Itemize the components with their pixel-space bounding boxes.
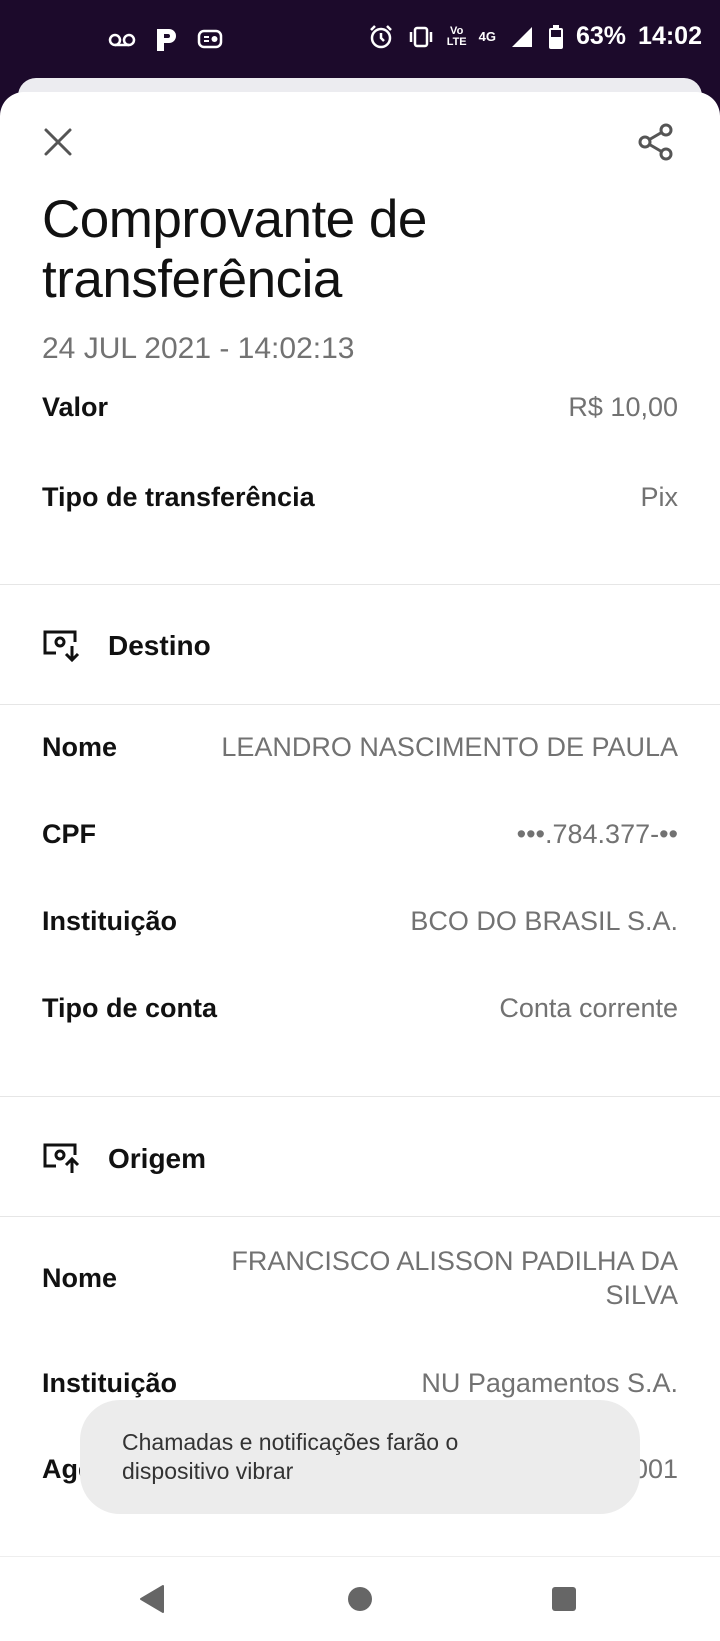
divider — [0, 1216, 720, 1217]
section-title: Origem — [108, 1143, 207, 1174]
row-label: Tipo de conta — [42, 993, 218, 1023]
nav-recents-button[interactable] — [542, 1577, 586, 1621]
row-label: CPF — [42, 819, 96, 849]
back-triangle-icon — [140, 1585, 164, 1613]
destination-row-institution: Instituição BCO DO BRASIL S.A. — [42, 906, 678, 937]
row-label: Instituição — [42, 906, 178, 936]
divider — [0, 704, 720, 705]
payment-app-icon — [152, 26, 180, 54]
status-bar-notifications — [108, 26, 224, 54]
divider — [0, 584, 720, 585]
transfer-datetime: 24 JUL 2021 - 14:02:13 — [42, 332, 355, 365]
alarm-icon — [367, 23, 395, 51]
volte-indicator: Vo LTE — [446, 24, 467, 48]
row-label: Valor — [42, 392, 109, 422]
row-value: FRANCISCO ALISSON PADILHA DA SILVA — [231, 1246, 678, 1310]
close-button[interactable] — [32, 116, 84, 168]
share-icon — [638, 123, 673, 161]
share-button[interactable] — [630, 116, 682, 168]
divider — [0, 1096, 720, 1097]
voicemail-icon — [108, 26, 136, 54]
detail-row-transfer-type: Tipo de transferência Pix — [42, 482, 678, 513]
status-bar: Vo LTE 4G 63% 14:02 — [0, 0, 720, 82]
vibrate-icon — [407, 23, 435, 51]
detail-row-valor: Valor R$ 10,00 — [42, 392, 678, 423]
destination-row-cpf: CPF •••.784.377-•• — [42, 819, 678, 850]
destination-row-account-type: Tipo de conta Conta corrente — [42, 993, 678, 1024]
send-money-icon — [43, 1143, 80, 1173]
row-value: R$ 10,00 — [568, 392, 678, 422]
row-value: •••.784.377-•• — [516, 819, 678, 849]
section-header-destination: Destino — [42, 612, 211, 680]
row-label: Nome — [42, 732, 118, 762]
clock: 14:02 — [638, 22, 702, 50]
section-title: Destino — [108, 630, 211, 661]
row-label: Tipo de transferência — [42, 482, 315, 512]
battery-icon — [548, 23, 564, 51]
row-value: BCO DO BRASIL S.A. — [410, 906, 678, 936]
page-title: Comprovante de transferência — [42, 190, 427, 309]
nav-back-button[interactable] — [130, 1577, 174, 1621]
destination-row-name: Nome LEANDRO NASCIMENTO DE PAULA — [42, 732, 678, 763]
status-bar-system: Vo LTE 4G 63% 14:02 — [367, 22, 702, 51]
origin-row-institution: Instituição NU Pagamentos S.A. — [42, 1368, 678, 1399]
nav-home-button[interactable] — [338, 1577, 382, 1621]
network-type: 4G — [478, 29, 496, 44]
battery-percent: 63% — [576, 22, 627, 50]
origin-row-name: Nome FRANCISCO ALISSON PADILHA DA SILVA — [42, 1244, 678, 1312]
receipt-sheet: Comprovante de transferência 24 JUL 2021… — [0, 92, 720, 1556]
row-label: Nome — [42, 1262, 118, 1293]
row-value: Conta corrente — [499, 993, 678, 1023]
recents-square-icon — [552, 1587, 576, 1611]
row-value: NU Pagamentos S.A. — [421, 1368, 678, 1398]
row-value: LEANDRO NASCIMENTO DE PAULA — [221, 732, 678, 762]
navigation-bar — [0, 1556, 720, 1641]
message-icon — [196, 26, 224, 54]
signal-icon — [508, 23, 536, 51]
home-circle-icon — [348, 1587, 372, 1611]
section-header-origin: Origem — [42, 1125, 206, 1193]
toast-message: Chamadas e notificações farão o disposit… — [122, 1429, 459, 1484]
toast-notification: Chamadas e notificações farão o disposit… — [80, 1400, 640, 1514]
row-label: Instituição — [42, 1368, 178, 1398]
row-value: Pix — [640, 482, 678, 512]
receive-money-icon — [43, 630, 80, 663]
close-icon — [44, 128, 72, 156]
